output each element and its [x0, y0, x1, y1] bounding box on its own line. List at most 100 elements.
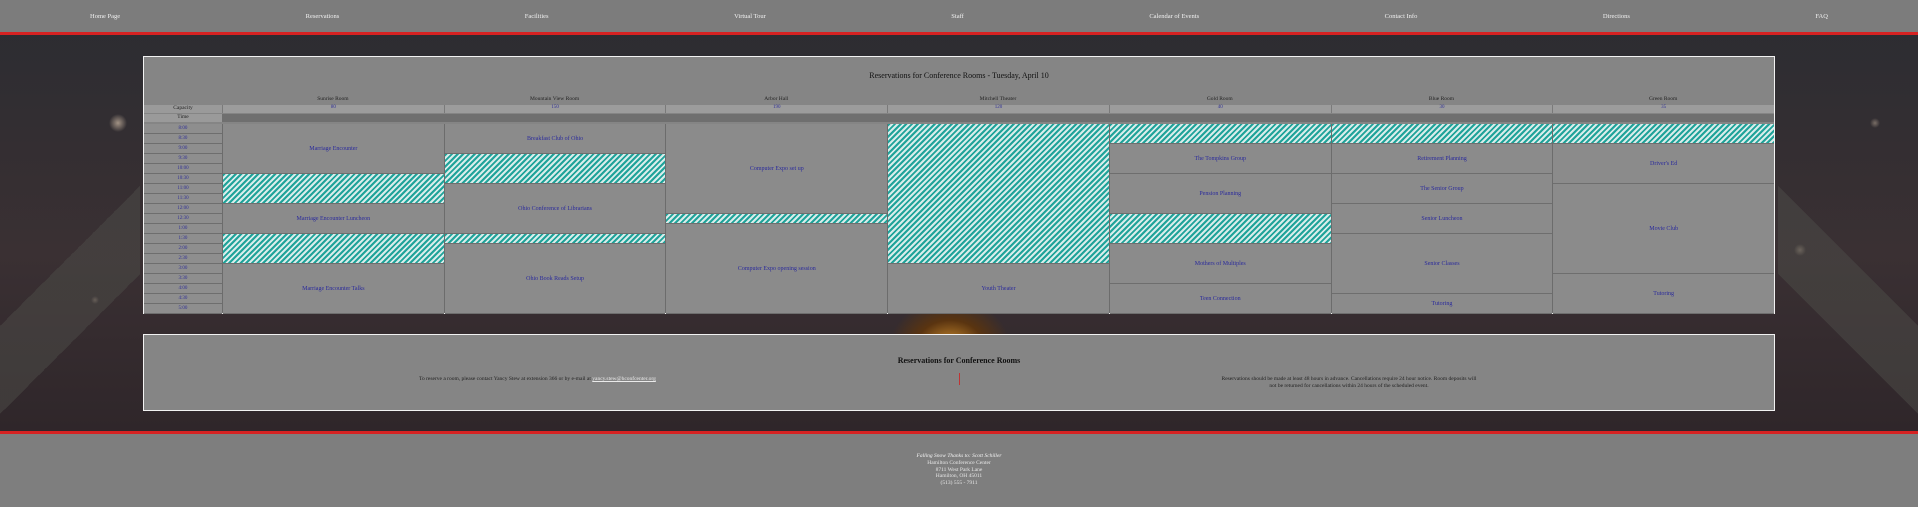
event-block[interactable]: Ohio Conference of Librarians [444, 184, 666, 234]
room-capacity: 35 [1552, 105, 1774, 113]
event-block[interactable]: Retirement Planning [1331, 144, 1553, 174]
info-title: Reservations for Conference Rooms [897, 356, 1021, 365]
booked-block [1553, 124, 1775, 144]
nav-directions[interactable]: Directions [1603, 13, 1630, 20]
booked-block [444, 234, 666, 244]
event-block[interactable]: Tutoring [1553, 274, 1775, 314]
event-block[interactable]: The Senior Group [1331, 174, 1553, 204]
background-tree-left [0, 150, 140, 450]
time-slot: 10:30 [144, 174, 222, 184]
event-block[interactable]: Breakfast Club of Ohio [444, 124, 666, 154]
event-block[interactable]: Youth Theater [888, 264, 1109, 314]
policy-text: Reservations should be made at least 48 … [1194, 376, 1504, 389]
event-block[interactable]: Teen Connection [1109, 284, 1331, 314]
event-block[interactable]: Marriage Encounter Luncheon [223, 204, 444, 234]
room-header: Green Room [1649, 96, 1678, 102]
booked-block [1109, 214, 1331, 244]
time-slot: 4:00 [144, 284, 222, 294]
footer: Falling Snow Thanks to: Scott Schiller H… [0, 431, 1918, 507]
event-block[interactable]: Marriage Encounter Talks [223, 264, 444, 314]
contact-info: To reserve a room, please contact Yancy … [419, 376, 656, 382]
nav-calendar[interactable]: Calendar of Events [1149, 13, 1199, 20]
booked-block [223, 174, 444, 204]
top-navigation: Home Page Reservations Facilities Virtua… [0, 0, 1918, 35]
time-slot: 5:00 [144, 304, 222, 314]
nav-virtual-tour[interactable]: Virtual Tour [734, 13, 766, 20]
room-column: Marriage Encounter Marriage Encounter Lun… [222, 124, 444, 314]
room-header: Sunrise Room [317, 96, 349, 102]
room-capacity: 30 [1330, 105, 1553, 113]
event-block[interactable]: Senior Classes [1331, 234, 1553, 294]
contact-text: To reserve a room, please contact Yancy … [419, 376, 591, 382]
room-capacity: 80 [222, 105, 444, 113]
info-divider [959, 373, 960, 385]
event-block[interactable]: Mothers of Multiples [1109, 244, 1331, 284]
schedule-grid: 8:00 8:30 9:00 9:30 10:00 10:30 11:00 11:30 12:0… [144, 124, 1775, 314]
event-block[interactable]: Marriage Encounter [223, 124, 444, 174]
room-column: Breakfast Club of Ohio Ohio Conference of… [443, 124, 666, 314]
time-slot: 8:00 [144, 124, 222, 134]
time-slot: 4:30 [144, 294, 222, 304]
event-block[interactable]: Senior Luncheon [1331, 204, 1553, 234]
time-slot: 1:30 [144, 234, 222, 244]
booked-block [1109, 124, 1331, 144]
room-capacity: 150 [443, 105, 666, 113]
time-slot: 12:00 [144, 204, 222, 214]
booked-block [888, 124, 1109, 264]
capacity-values: 80 150 190 120 40 30 35 [222, 105, 1774, 113]
booked-block [223, 234, 444, 264]
policy-line-1: Reservations should be made at least 48 … [1221, 376, 1477, 382]
room-capacity: 40 [1108, 105, 1331, 113]
capacity-row: Capacity 80 150 190 120 40 30 35 [144, 105, 1774, 113]
room-capacity: 190 [665, 105, 887, 113]
event-block[interactable]: Tutoring [1331, 294, 1553, 314]
time-slot: 9:00 [144, 144, 222, 154]
nav-reservations[interactable]: Reservations [306, 13, 340, 20]
room-header: Mitchell Theater [979, 96, 1017, 102]
room-column: Computer Expo set up Computer Expo openin… [665, 124, 888, 314]
event-block[interactable]: The Tompkins Group [1109, 144, 1331, 174]
time-slot: 10:00 [144, 164, 222, 174]
time-slot: 3:00 [144, 264, 222, 274]
time-slot: 3:30 [144, 274, 222, 284]
time-slot: 2:00 [144, 244, 222, 254]
nav-contact[interactable]: Contact Info [1385, 13, 1418, 20]
time-slot: 9:30 [144, 154, 222, 164]
event-block[interactable]: Driver's Ed [1553, 144, 1775, 184]
nav-staff[interactable]: Staff [951, 13, 964, 20]
room-header: Gold Room [1206, 96, 1233, 102]
room-header: Blue Room [1428, 96, 1455, 102]
room-header: Mountain View Room [530, 96, 580, 102]
footer-name: Hamilton Conference Center [927, 459, 991, 466]
capacity-label: Capacity [144, 105, 222, 113]
booked-block [444, 154, 666, 184]
nav-home[interactable]: Home Page [90, 13, 120, 20]
event-block[interactable]: Movie Club [1553, 184, 1775, 274]
time-column: 8:00 8:30 9:00 9:30 10:00 10:30 11:00 11:30 12:0… [144, 124, 222, 314]
time-slot: 11:30 [144, 194, 222, 204]
room-capacity: 120 [887, 105, 1109, 113]
time-label: Time [144, 114, 222, 122]
time-slot: 8:30 [144, 134, 222, 144]
policy-line-2: not be returned for cancellations within… [1269, 382, 1429, 389]
nav-facilities[interactable]: Facilities [525, 13, 549, 20]
room-column: Retirement Planning The Senior Group Senio… [1330, 124, 1553, 314]
schedule-panel: Reservations for Conference Rooms - Tues… [143, 56, 1775, 314]
footer-address: 8711 West Park Lane [935, 466, 983, 473]
event-block[interactable]: Pension Planning [1109, 174, 1331, 214]
room-column: Youth Theater [887, 124, 1109, 314]
time-slot: 2:30 [144, 254, 222, 264]
footer-credit: Falling Snow Thanks to: Scott Schiller [916, 453, 1002, 459]
event-block[interactable]: Ohio Book Reads Setup [444, 244, 666, 314]
email-link[interactable]: yancy.stew@hconfcenter.org [592, 376, 656, 382]
room-columns: Marriage Encounter Marriage Encounter Lun… [222, 124, 1775, 314]
background-tree-right [1778, 150, 1918, 450]
room-column: The Tompkins Group Pension Planning Mother… [1108, 124, 1331, 314]
time-slot: 1:00 [144, 224, 222, 234]
event-block[interactable]: Computer Expo set up [666, 124, 888, 214]
nav-faq[interactable]: FAQ [1815, 13, 1828, 20]
event-block[interactable]: Computer Expo opening session [666, 224, 888, 314]
time-slot: 12:30 [144, 214, 222, 224]
booked-block [666, 214, 888, 224]
time-header-row: Time [144, 114, 1774, 122]
